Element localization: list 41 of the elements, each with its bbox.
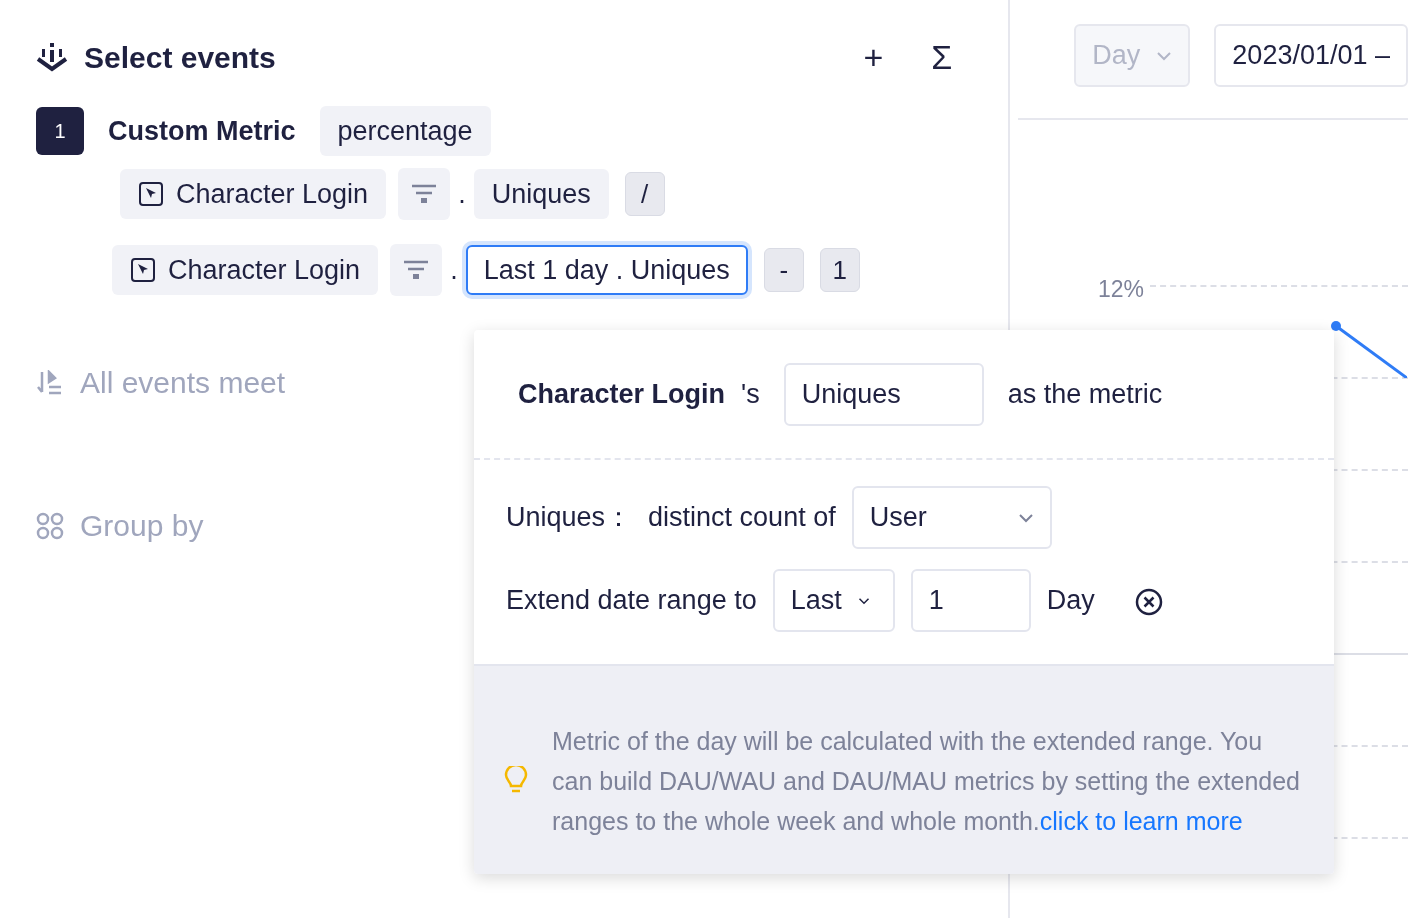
range-mode-select[interactable]: Last: [772, 569, 895, 632]
operator-chip[interactable]: -: [763, 248, 804, 292]
operator-chip[interactable]: /: [624, 172, 665, 216]
grid-circles-icon: [36, 511, 64, 540]
event-chip[interactable]: Character Login: [112, 245, 379, 295]
metric-suffix: as the metric: [1007, 377, 1163, 411]
sum-button[interactable]: Σ: [931, 40, 953, 74]
extend-label: Extend date range to: [506, 584, 757, 618]
chevron-down-icon: [1156, 50, 1173, 61]
filter-button[interactable]: [390, 244, 443, 296]
count-text: distinct count of: [648, 501, 836, 535]
count-by-select[interactable]: User: [851, 486, 1052, 549]
section-title: Select events: [84, 39, 276, 76]
close-icon: [1134, 588, 1163, 617]
measure-chip[interactable]: Uniques: [473, 169, 609, 219]
format-chip[interactable]: percentage: [319, 106, 491, 156]
sort-icon: [36, 369, 64, 396]
learn-more-link[interactable]: click to learn more: [1039, 807, 1243, 835]
event-chip[interactable]: Character Login: [120, 169, 387, 219]
cursor-icon: [130, 257, 156, 283]
axis-label: 12%: [1098, 275, 1145, 304]
filter-button[interactable]: [398, 168, 451, 220]
event-name: Character Login: [518, 377, 726, 411]
count-label: Uniques：: [506, 501, 633, 535]
filter-icon: [403, 260, 430, 280]
measure-field[interactable]: Uniques: [783, 362, 984, 426]
range-value-input[interactable]: 1: [910, 569, 1031, 632]
dot-separator: .: [458, 177, 466, 211]
add-button[interactable]: +: [863, 40, 884, 74]
date-range-field[interactable]: 2023/01/01 –: [1214, 24, 1408, 87]
index-badge: 1: [36, 107, 84, 155]
dot-separator: .: [450, 253, 458, 287]
cursor-icon: [138, 181, 164, 207]
chevron-down-icon: [1017, 512, 1034, 523]
range-unit: Day: [1046, 584, 1095, 618]
filter-icon: [411, 184, 438, 204]
operator-chip[interactable]: 1: [819, 248, 860, 292]
anchor-icon: [36, 41, 68, 73]
possessive-text: 's: [741, 377, 760, 411]
metric-name: Custom Metric: [108, 114, 296, 148]
tip-text: Metric of the day will be calculated with the extended range. You can build DAU/WAU and DAU/MAU metrics by setting the extended ranges to the whole week and whole month.click to learn more: [552, 726, 1301, 837]
